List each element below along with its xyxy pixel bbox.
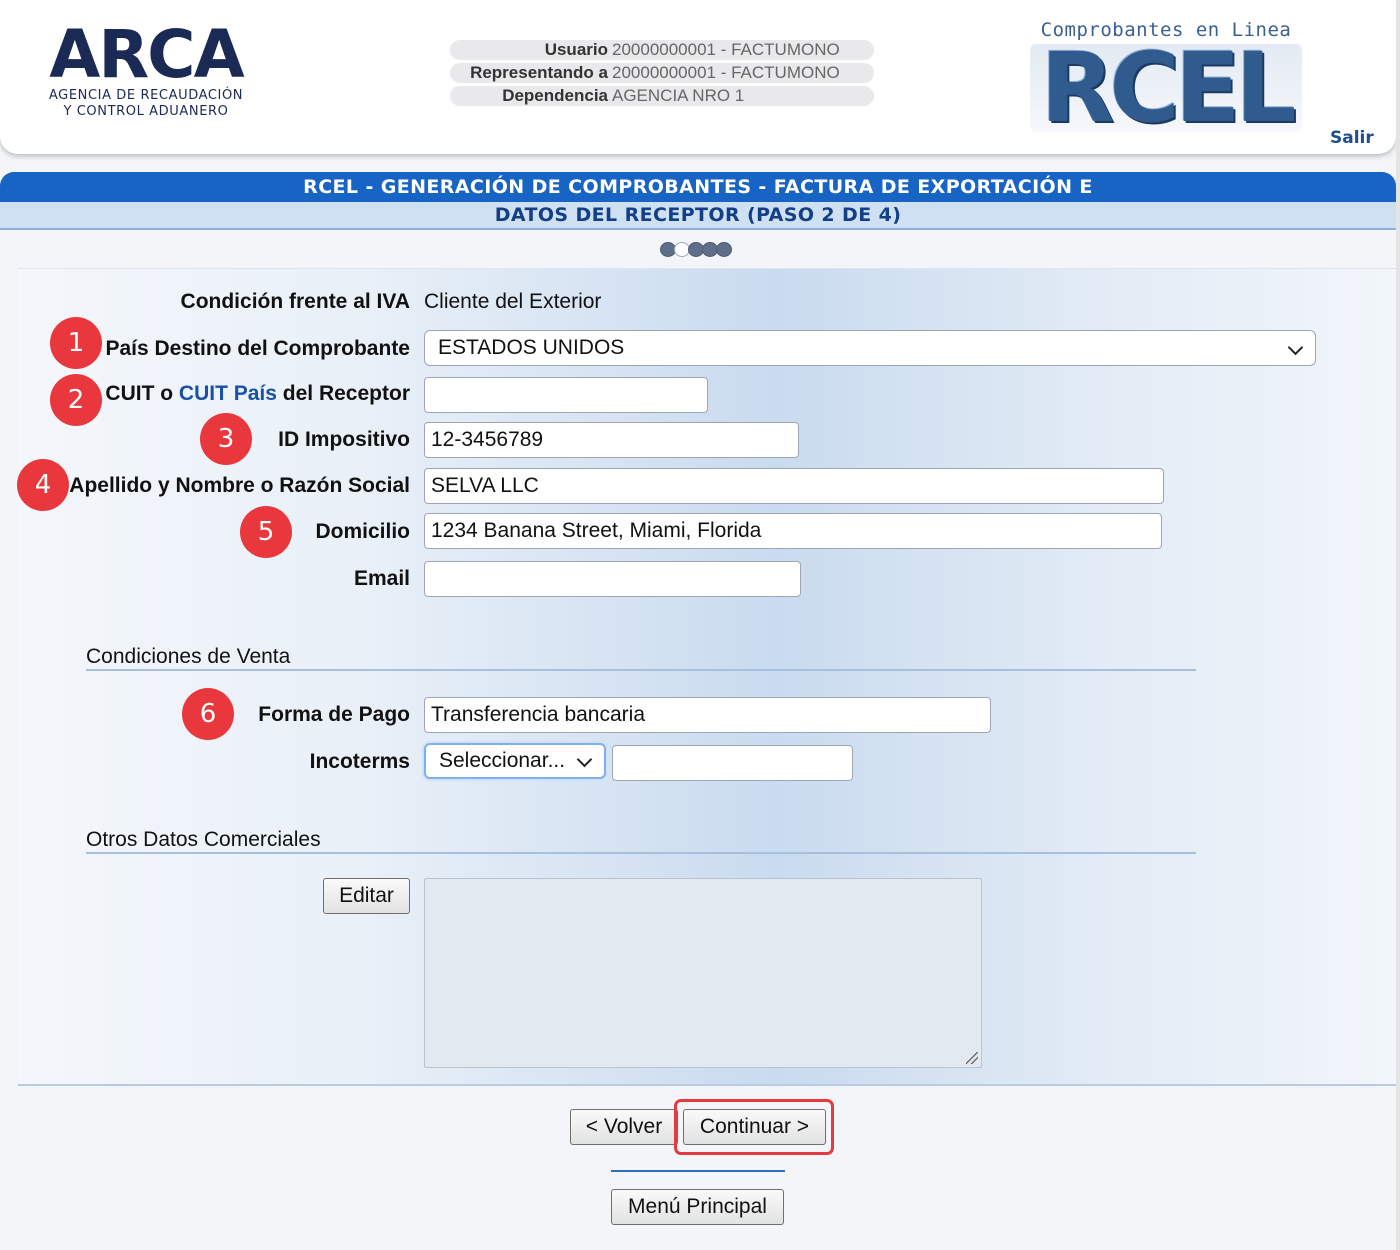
incoterms-select[interactable]: Seleccionar... [424, 743, 606, 779]
back-button[interactable]: < Volver [570, 1109, 678, 1145]
arca-logo-word: ARCA [49, 16, 244, 93]
pais-label: País Destino del Comprobante [105, 337, 410, 360]
rcel-logo-word: RCEL [1030, 40, 1302, 136]
annotation-badge-4: 4 [17, 459, 69, 511]
iva-label: Condición frente al IVA [180, 290, 410, 313]
cuit-input[interactable] [424, 377, 708, 413]
representando-label: Representando a [470, 63, 608, 82]
arca-logo-subtitle-2: Y CONTROL ADUANERO [63, 104, 229, 119]
arca-logo-subtitle-1: AGENCIA DE RECAUDACIÓN [48, 88, 244, 103]
user-info-row-usuario: Usuario 20000000001 - FACTUMONO [450, 40, 874, 60]
arca-logo: ARCA AGENCIA DE RECAUDACIÓN Y CONTROL AD… [36, 22, 256, 120]
user-info-row-dependencia: Dependencia AGENCIA NRO 1 [450, 86, 874, 106]
usuario-value: 20000000001 - FACTUMONO [612, 40, 840, 59]
step-indicator [660, 242, 732, 257]
page-title: RCEL - GENERACIÓN DE COMPROBANTES - FACT… [0, 172, 1396, 202]
iva-value: Cliente del Exterior [424, 290, 602, 313]
annotation-badge-5: 5 [240, 506, 292, 558]
continue-highlight [674, 1099, 834, 1155]
annotation-badge-2: 2 [50, 374, 102, 426]
incoterms-detail-input[interactable] [612, 745, 853, 781]
email-input[interactable] [424, 561, 801, 597]
step-dot [716, 242, 732, 257]
section-title-otros-datos: Otros Datos Comerciales [86, 828, 321, 851]
user-info-row-representando: Representando a 20000000001 - FACTUMONO [450, 63, 874, 83]
footer-divider [611, 1170, 785, 1172]
incoterms-label: Incoterms [309, 750, 410, 773]
chevron-down-icon [576, 751, 593, 768]
dependencia-label: Dependencia [502, 86, 608, 105]
otros-datos-textarea[interactable] [424, 878, 982, 1068]
edit-button[interactable]: Editar [323, 878, 410, 914]
main-menu-button[interactable]: Menú Principal [611, 1189, 784, 1225]
id-impositivo-input[interactable] [424, 422, 799, 458]
representando-value: 20000000001 - FACTUMONO [612, 63, 840, 82]
section-title-condiciones-venta: Condiciones de Venta [86, 645, 291, 668]
domicilio-label: Domicilio [315, 520, 410, 543]
cuit-label-pre: CUIT o [105, 382, 179, 405]
forma-pago-input[interactable] [424, 697, 991, 733]
incoterms-select-value: Seleccionar... [439, 749, 566, 772]
email-label: Email [353, 567, 410, 590]
annotation-badge-6: 6 [182, 688, 234, 740]
forma-pago-label: Forma de Pago [258, 703, 410, 726]
annotation-badge-1: 1 [50, 317, 102, 369]
section-divider [86, 852, 1196, 854]
user-info: Usuario 20000000001 - FACTUMONO Represen… [450, 40, 874, 109]
cuit-pais-link[interactable]: CUIT País [179, 382, 277, 405]
chevron-down-icon [1287, 339, 1304, 356]
pais-select-value: ESTADOS UNIDOS [438, 336, 625, 359]
window-edge [1396, 0, 1400, 1250]
resize-handle-icon[interactable] [966, 1052, 978, 1064]
dependencia-value: AGENCIA NRO 1 [612, 86, 745, 105]
annotation-badge-3: 3 [200, 413, 252, 465]
pais-select[interactable]: ESTADOS UNIDOS [424, 330, 1316, 366]
logout-link[interactable]: Salir [1330, 128, 1374, 148]
usuario-label: Usuario [544, 40, 608, 59]
cuit-label: CUIT o CUIT País del Receptor [105, 381, 410, 407]
rcel-logo: Comprobantes en Linea RCEL [1030, 18, 1302, 142]
domicilio-input[interactable] [424, 513, 1162, 549]
razon-social-input[interactable] [424, 468, 1164, 504]
page-header: ARCA AGENCIA DE RECAUDACIÓN Y CONTROL AD… [0, 0, 1396, 154]
cuit-label-post: del Receptor [276, 382, 410, 405]
page-subtitle: DATOS DEL RECEPTOR (PASO 2 DE 4) [0, 202, 1396, 230]
id-impositivo-label: ID Impositivo [278, 428, 410, 451]
section-divider [86, 669, 1196, 671]
nombre-label: Apellido y Nombre o Razón Social [69, 474, 410, 497]
